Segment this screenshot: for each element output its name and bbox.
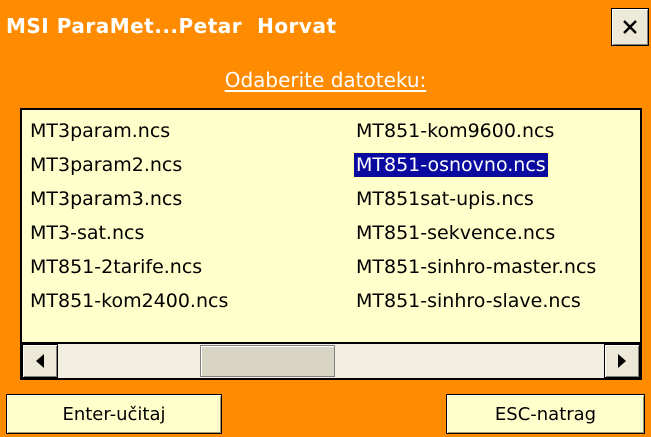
window-title: MSI ParaMet...Petar Horvat	[6, 14, 337, 38]
triangle-right-icon	[618, 354, 626, 368]
scroll-left-button[interactable]	[22, 344, 58, 378]
esc-back-button[interactable]: ESC-natrag	[446, 394, 645, 434]
file-column-right: MT851-kom9600.ncs MT851-osnovno.ncs MT85…	[352, 114, 600, 318]
titlebar: MSI ParaMet...Petar Horvat	[0, 0, 651, 52]
file-item[interactable]: MT851-2tarife.ncs	[26, 250, 232, 284]
scrollbar-thumb[interactable]	[200, 345, 335, 377]
file-list[interactable]: MT3param.ncs MT3param2.ncs MT3param3.ncs…	[20, 108, 642, 380]
file-item[interactable]: MT3param3.ncs	[26, 182, 232, 216]
file-item[interactable]: MT3param.ncs	[26, 114, 232, 148]
file-item-selected[interactable]: MT851-osnovno.ncs	[352, 148, 600, 182]
file-dialog-window: MSI ParaMet...Petar Horvat Odaberite dat…	[0, 0, 651, 437]
scroll-right-button[interactable]	[604, 344, 640, 378]
file-item[interactable]: MT851-sekvence.ncs	[352, 216, 600, 250]
file-column-left: MT3param.ncs MT3param2.ncs MT3param3.ncs…	[26, 114, 232, 318]
triangle-left-icon	[36, 354, 44, 368]
enter-load-button[interactable]: Enter-učitaj	[6, 394, 222, 434]
file-item[interactable]: MT851-sinhro-slave.ncs	[352, 284, 600, 318]
file-item[interactable]: MT3-sat.ncs	[26, 216, 232, 250]
close-button[interactable]	[611, 8, 649, 46]
dialog-heading: Odaberite datoteku:	[224, 68, 427, 92]
file-item[interactable]: MT851-kom2400.ncs	[26, 284, 232, 318]
close-icon	[623, 20, 637, 34]
horizontal-scrollbar[interactable]	[22, 342, 640, 378]
file-item[interactable]: MT3param2.ncs	[26, 148, 232, 182]
file-item[interactable]: MT851-sinhro-master.ncs	[352, 250, 600, 284]
file-item[interactable]: MT851-kom9600.ncs	[352, 114, 600, 148]
file-item[interactable]: MT851sat-upis.ncs	[352, 182, 600, 216]
